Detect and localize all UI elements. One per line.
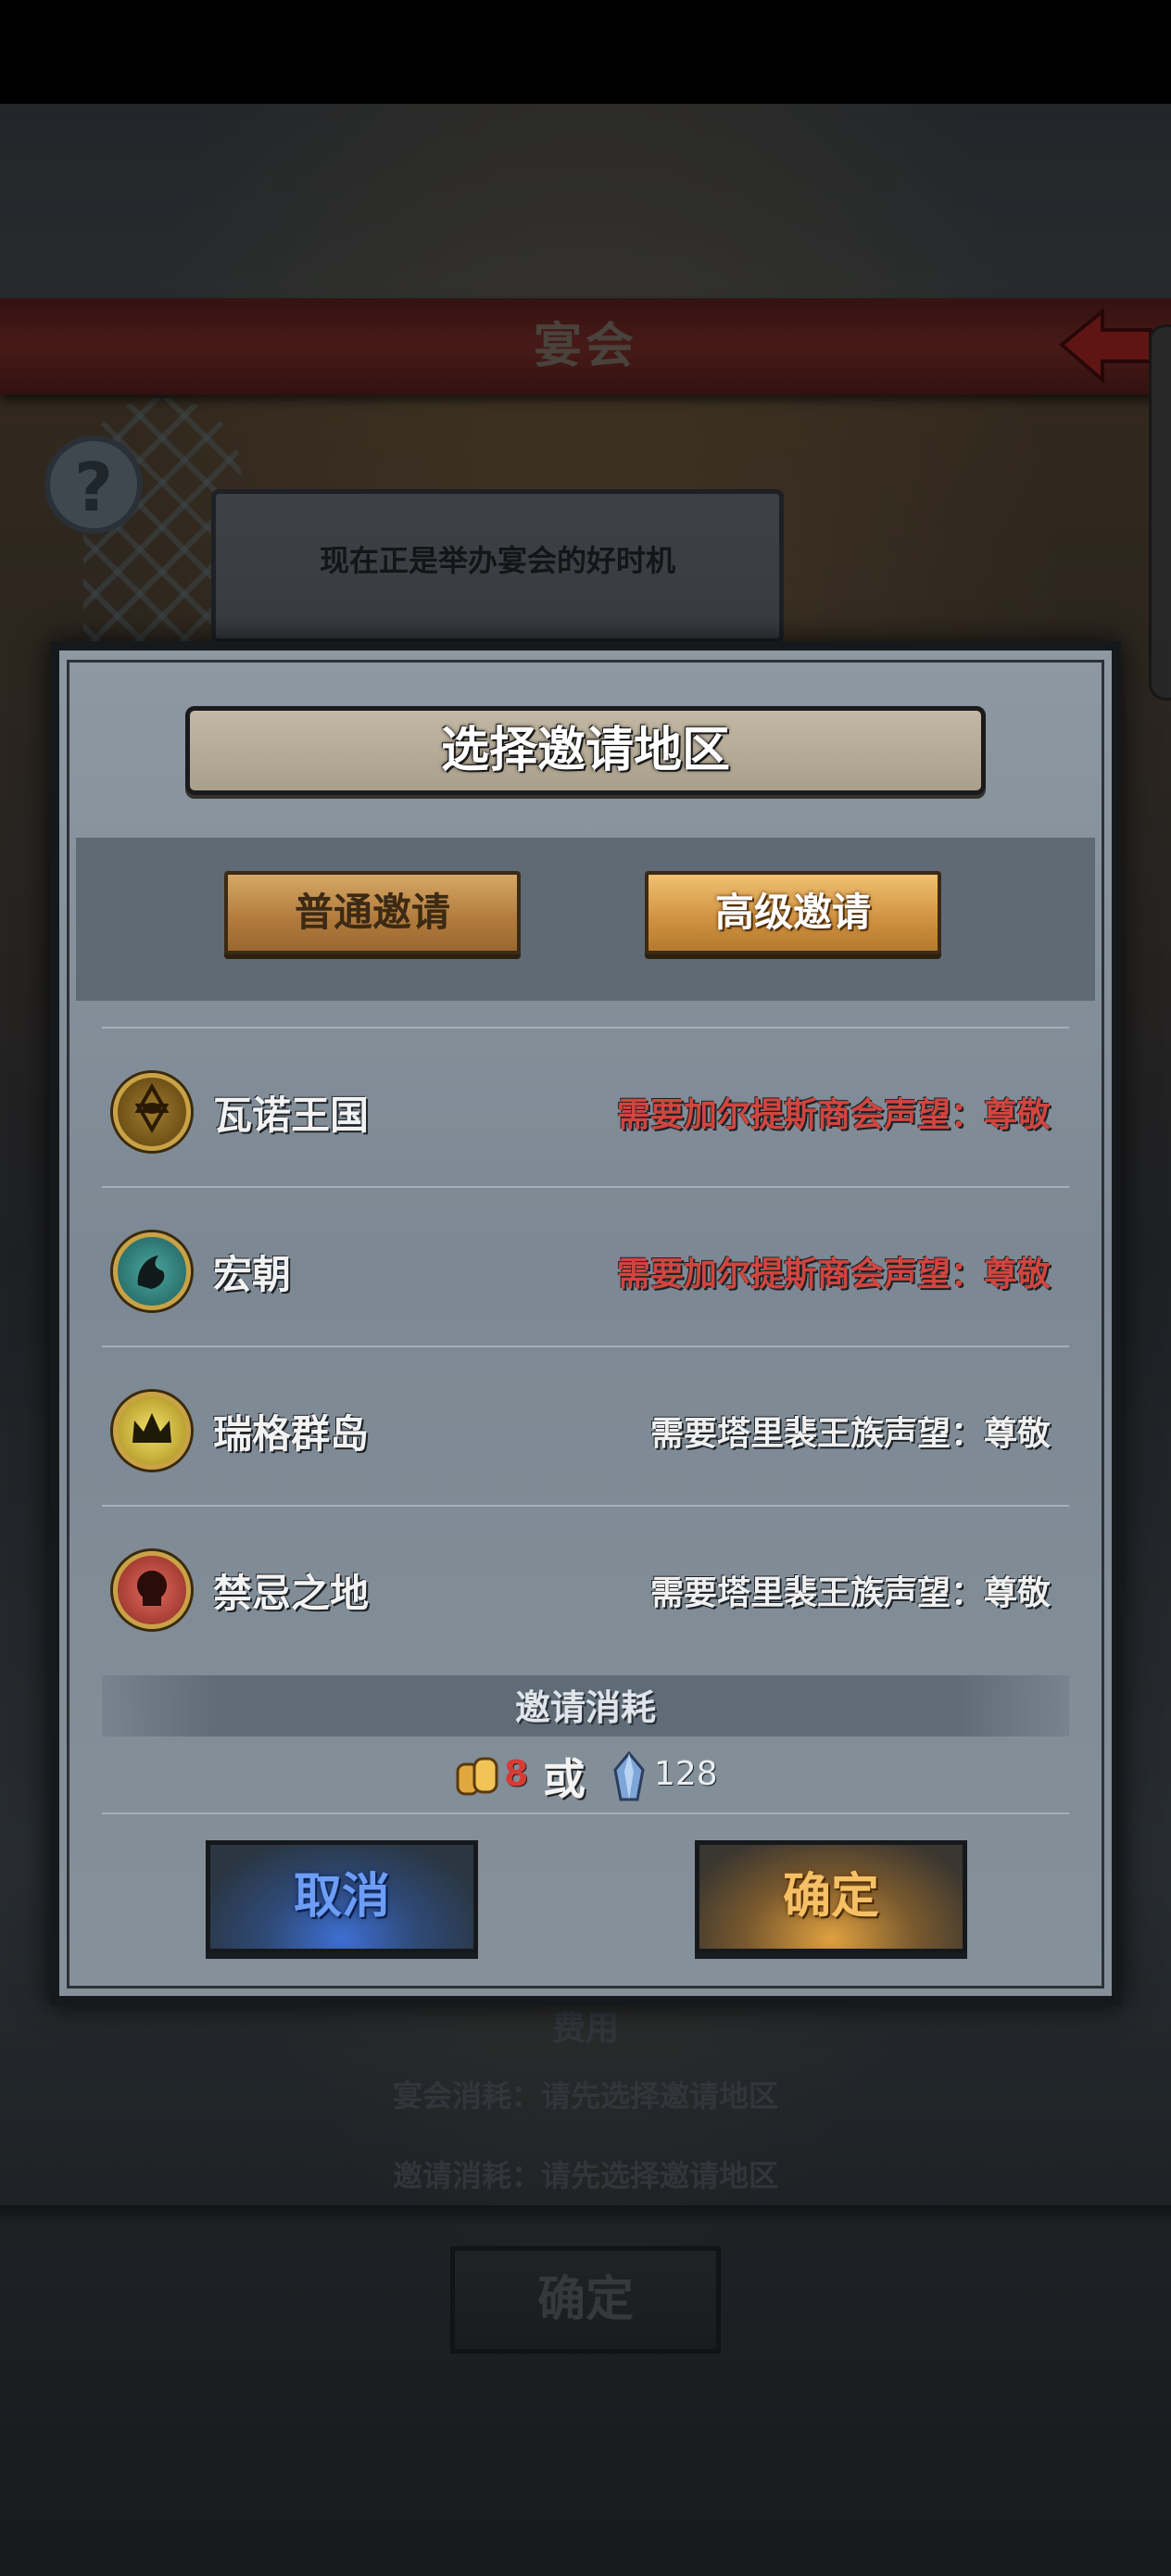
row-divider bbox=[102, 1027, 1069, 1029]
tab-normal-invite[interactable]: 普通邀请 bbox=[224, 871, 521, 954]
confirm-button[interactable]: 确定 bbox=[695, 1840, 967, 1953]
region-requirement: 需要塔里裴王族声望：尊敬 bbox=[649, 1415, 1051, 1453]
skull-icon bbox=[137, 1571, 167, 1606]
region-name: 瑞格群岛 bbox=[213, 1411, 370, 1457]
bread-icon bbox=[456, 1757, 498, 1796]
row-divider bbox=[102, 1345, 1069, 1347]
region-requirement: 需要加尔提斯商会声望：尊敬 bbox=[616, 1096, 1051, 1134]
row-divider bbox=[102, 1505, 1069, 1507]
region-row-vanuo[interactable]: 瓦诺王国 需要加尔提斯商会声望：尊敬 bbox=[89, 1032, 1080, 1190]
invite-cost-title: 邀请消耗 bbox=[514, 1687, 656, 1728]
region-name: 禁忌之地 bbox=[213, 1571, 370, 1616]
region-name: 瓦诺王国 bbox=[213, 1092, 370, 1138]
gem-cost-amount: 128 bbox=[654, 1755, 718, 1793]
dialog-title: 选择邀请地区 bbox=[440, 723, 730, 778]
region-requirement: 需要塔里裴王族声望：尊敬 bbox=[649, 1574, 1051, 1612]
hexagram-eye-icon bbox=[134, 1082, 170, 1134]
cancel-button[interactable]: 取消 bbox=[206, 1840, 478, 1953]
region-row-forbidden-land[interactable]: 禁忌之地 需要塔里裴王族声望：尊敬 bbox=[89, 1510, 1080, 1668]
skull-emblem-icon bbox=[113, 1551, 191, 1629]
region-name: 宏朝 bbox=[213, 1252, 292, 1297]
region-row-hongchao[interactable]: 宏朝 需要加尔提斯商会声望：尊敬 bbox=[89, 1192, 1080, 1349]
crown-icon bbox=[132, 1413, 171, 1443]
dragon-icon bbox=[137, 1256, 165, 1289]
dragon-emblem-icon bbox=[113, 1232, 191, 1310]
crown-emblem-icon bbox=[113, 1392, 191, 1470]
tab-advanced-invite[interactable]: 高级邀请 bbox=[645, 871, 941, 954]
region-row-ruige[interactable]: 瑞格群岛 需要塔里裴王族声望：尊敬 bbox=[89, 1351, 1080, 1509]
region-requirement: 需要加尔提斯商会声望：尊敬 bbox=[616, 1256, 1051, 1294]
eye-hexagram-emblem-icon bbox=[113, 1073, 191, 1151]
row-divider bbox=[102, 1812, 1069, 1814]
row-divider bbox=[102, 1186, 1069, 1188]
crystal-gem-icon bbox=[613, 1750, 645, 1801]
cost-or-text: 或 bbox=[543, 1754, 586, 1804]
food-cost-amount: 8 bbox=[504, 1753, 529, 1794]
